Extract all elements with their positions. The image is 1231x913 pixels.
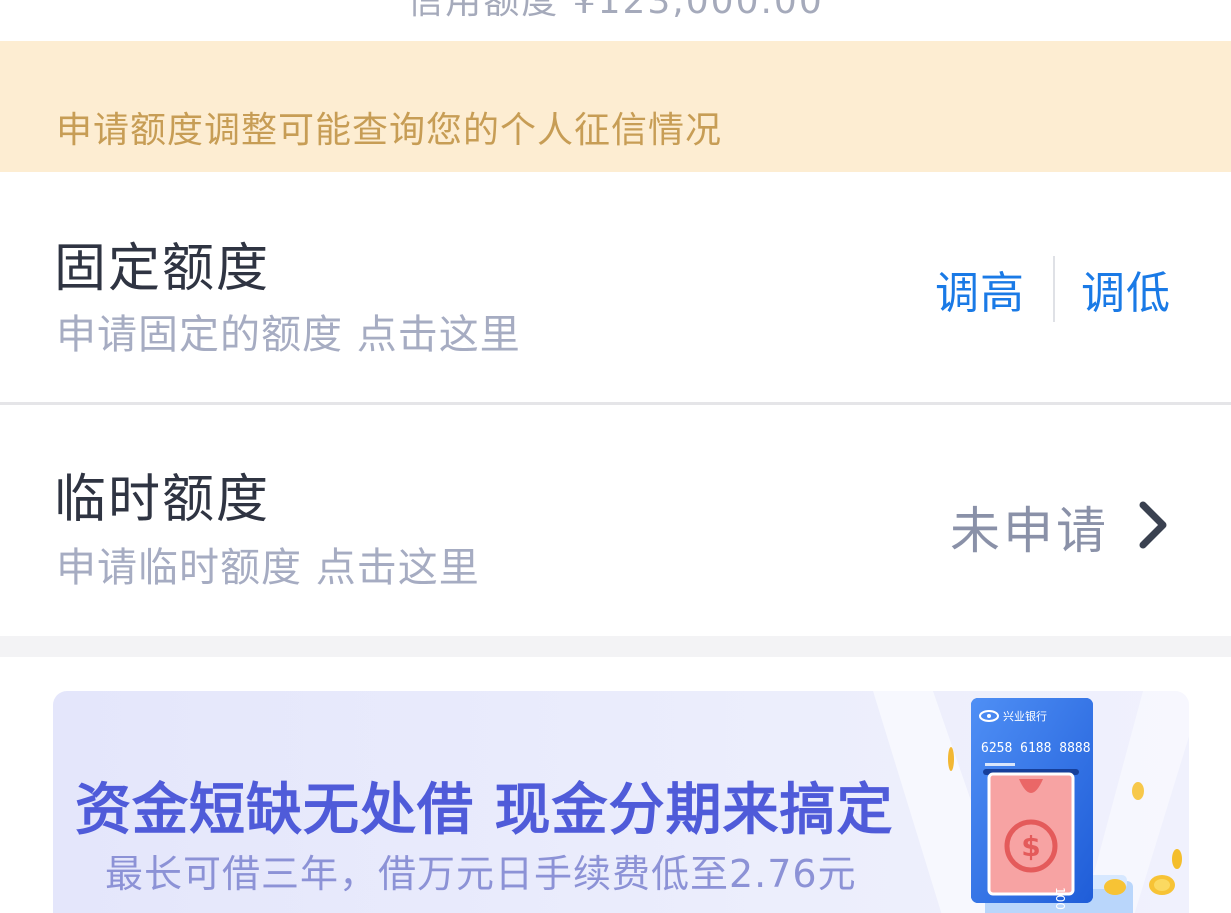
- temp-limit-status: 未申请: [950, 502, 1109, 560]
- fixed-limit-row: 固定额度 申请固定的额度 点击这里 调高 调低: [0, 172, 1231, 403]
- credit-limit-page: 信用额度 ¥123,000.00 申请额度调整可能查询您的个人征信情况 固定额度…: [0, 0, 1231, 913]
- chevron-right-icon[interactable]: [1135, 499, 1171, 551]
- fixed-limit-actions: 调高 调低: [935, 256, 1171, 322]
- notice-bar: 申请额度调整可能查询您的个人征信情况: [0, 41, 1231, 172]
- temp-limit-subtitle: 申请临时额度 点击这里: [56, 545, 480, 591]
- card-cash-illustration: 兴业银行 6258 6188 8888 $ 100: [948, 698, 1182, 913]
- credit-limit-text: 信用额度 ¥123,000.00: [407, 0, 824, 22]
- cash-installment-banner[interactable]: 资金短缺无处借 现金分期来搞定 最长可借三年，借万元日手续费低至2.76元 兴业…: [53, 691, 1189, 913]
- dollar-icon: $: [1021, 830, 1040, 863]
- action-separator: [1053, 256, 1055, 322]
- raise-limit-button[interactable]: 调高: [935, 257, 1025, 321]
- fixed-limit-title: 固定额度: [54, 239, 271, 299]
- lower-limit-button[interactable]: 调低: [1081, 257, 1171, 321]
- credit-limit-header: 信用额度 ¥123,000.00: [0, 0, 1231, 41]
- section-gap: [0, 636, 1231, 657]
- coin-icon: [1132, 782, 1144, 800]
- bill-value: 100: [1053, 887, 1067, 910]
- banner-subline: 最长可借三年，借万元日手续费低至2.76元: [105, 852, 857, 896]
- temp-limit-title: 临时额度: [54, 470, 271, 530]
- coin-icon: [1172, 849, 1182, 869]
- card-bank-name: 兴业银行: [1003, 709, 1047, 723]
- card-number: 6258 6188 8888: [981, 741, 1091, 756]
- banner-headline: 资金短缺无处借 现金分期来搞定: [75, 778, 894, 843]
- temp-limit-row[interactable]: 临时额度 申请临时额度 点击这里 未申请: [0, 405, 1231, 636]
- fixed-limit-subtitle[interactable]: 申请固定的额度 点击这里: [56, 302, 521, 360]
- notice-text: 申请额度调整可能查询您的个人征信情况: [56, 110, 723, 151]
- coin-icon: [1104, 879, 1126, 895]
- coin-icon: [948, 747, 954, 771]
